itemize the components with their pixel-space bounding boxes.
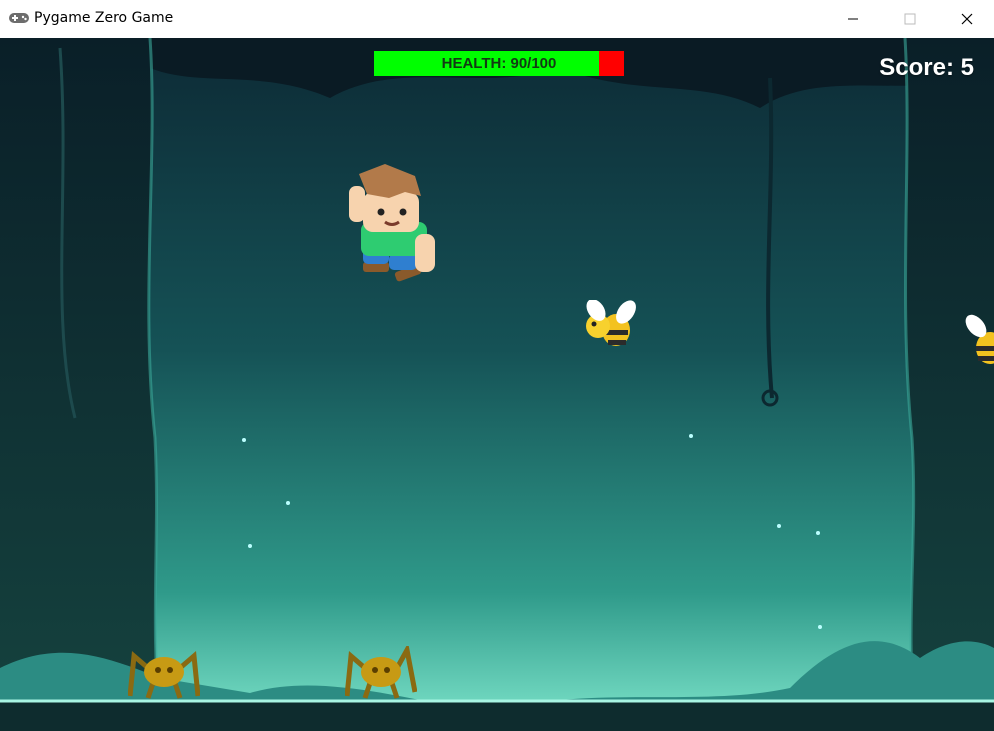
close-icon [961,13,973,25]
health-bar: HEALTH: 90/100 [374,51,624,76]
spider-enemy [128,650,200,699]
gamepad-icon [9,13,29,23]
close-button[interactable] [938,0,994,38]
game-canvas[interactable]: HEALTH: 90/100 Score: 5 [0,38,994,731]
maximize-button[interactable] [881,0,939,38]
cave-background [0,38,994,731]
spider-enemy [345,646,417,699]
bee-enemy [586,300,636,346]
window-title: Pygame Zero Game [34,10,174,26]
maximize-icon [904,13,916,25]
score-display: Score: 5 [879,54,974,81]
minimize-button[interactable] [824,0,882,38]
title-bar: Pygame Zero Game [0,0,994,38]
player-character [349,164,435,282]
health-label: HEALTH: 90/100 [441,55,557,72]
bee-enemy [965,314,994,364]
minimize-icon [848,18,858,20]
game-window: Pygame Zero Game HEALTH: 90/100 Score: 5 [0,0,994,731]
